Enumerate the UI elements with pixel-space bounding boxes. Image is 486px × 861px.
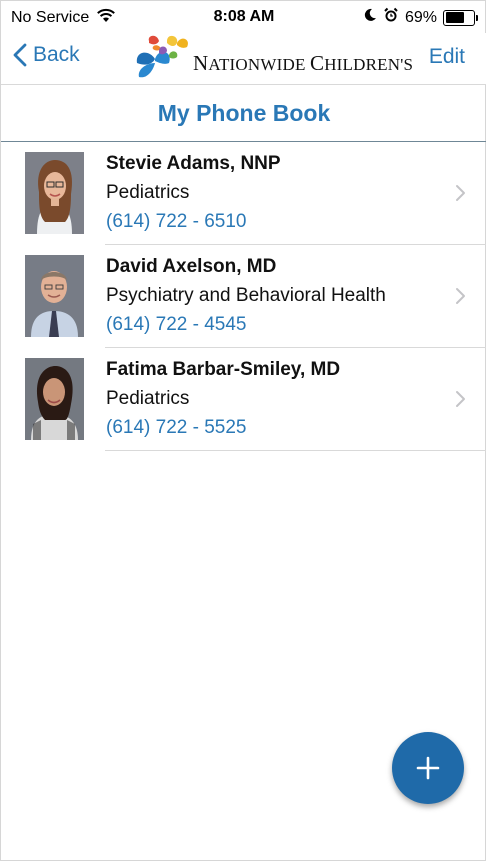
nationwide-childrens-logo: NATIONWIDE CHILDREN'S [133, 33, 413, 83]
contact-photo [25, 358, 84, 440]
add-contact-button[interactable] [392, 732, 464, 804]
contact-row[interactable]: Fatima Barbar-Smiley, MD Pediatrics (614… [1, 348, 486, 451]
contact-department: Psychiatry and Behavioral Health [106, 285, 386, 306]
contact-list: Stevie Adams, NNP Pediatrics (614) 722 -… [1, 142, 486, 451]
back-label: Back [33, 43, 80, 66]
battery-level [445, 12, 465, 23]
chevron-right-icon [456, 391, 465, 407]
contact-name: David Axelson, MD [106, 256, 277, 277]
contact-photo [25, 255, 84, 337]
title-bar: My Phone Book [1, 86, 486, 142]
contact-department: Pediatrics [106, 388, 190, 409]
contact-phone-link[interactable]: (614) 722 - 5525 [106, 416, 340, 440]
chevron-right-icon [456, 288, 465, 304]
battery-percent: 69% [404, 8, 437, 26]
contact-row[interactable]: Stevie Adams, NNP Pediatrics (614) 722 -… [1, 142, 486, 245]
row-divider [105, 450, 486, 451]
moon-icon [363, 8, 377, 27]
status-bar: No Service 8:08 AM 69% [1, 1, 486, 33]
logo-wordmark: NATIONWIDE CHILDREN'S [193, 50, 414, 75]
battery-icon [443, 9, 478, 26]
contact-phone-link[interactable]: (614) 722 - 6510 [106, 210, 281, 234]
contact-row[interactable]: David Axelson, MD Psychiatry and Behavio… [1, 245, 486, 348]
contact-department: Pediatrics [106, 182, 190, 203]
contact-photo [25, 152, 84, 234]
back-button[interactable]: Back [13, 43, 80, 67]
navigation-bar: Back NATIONWIDE CHILDREN'S Edit [1, 33, 486, 85]
butterfly-logo-icon [136, 35, 188, 78]
chevron-left-icon [13, 43, 27, 67]
contact-name: Stevie Adams, NNP [106, 153, 281, 174]
alarm-icon [383, 7, 399, 28]
chevron-right-icon [456, 185, 465, 201]
plus-icon [416, 756, 440, 780]
contact-phone-link[interactable]: (614) 722 - 4545 [106, 313, 386, 337]
contact-name: Fatima Barbar-Smiley, MD [106, 359, 341, 380]
app-frame: No Service 8:08 AM 69% Back NATIONWIDE C… [0, 0, 486, 861]
page-title: My Phone Book [157, 100, 331, 126]
edit-button[interactable]: Edit [429, 45, 465, 69]
